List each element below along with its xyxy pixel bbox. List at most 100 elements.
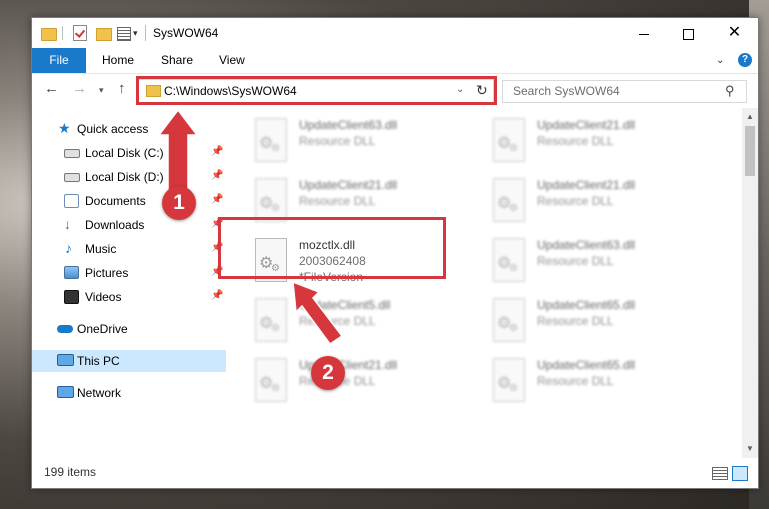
window-title: SysWOW64: [153, 26, 219, 40]
sidebar-item-label: Videos: [85, 290, 122, 304]
documents-icon: [64, 194, 79, 208]
properties-icon[interactable]: [117, 27, 131, 41]
address-highlight-box: [136, 76, 497, 105]
pin-icon[interactable]: 📌: [211, 146, 223, 157]
sidebar-item-videos[interactable]: Videos 📌: [32, 286, 226, 308]
step-2-badge: 2: [311, 356, 345, 390]
maximize-button[interactable]: [666, 18, 711, 48]
ribbon-tabs: File Home Share View ⌄ ?: [32, 48, 758, 74]
sidebar-item-music[interactable]: ♪ Music 📌: [32, 238, 226, 260]
dll-file-icon: [255, 178, 287, 222]
file-type: Resource DLL: [537, 134, 614, 148]
videos-icon: [64, 290, 79, 304]
customize-toolbar-chevron-icon[interactable]: ▾: [133, 28, 138, 39]
sidebar-item-quick-access[interactable]: ★ Quick access: [32, 118, 226, 140]
file-type: Resource DLL: [299, 194, 376, 208]
minimize-icon: [638, 33, 649, 35]
navigation-pane: ★ Quick access Local Disk (C:) 📌 Local D…: [32, 108, 226, 458]
minimize-button[interactable]: [621, 18, 666, 48]
drive-icon: [64, 149, 80, 158]
dll-file-icon: [255, 358, 287, 402]
properties-check-icon[interactable]: [73, 25, 87, 41]
title-bar: ▾ SysWOW64 ✕: [32, 18, 758, 48]
sidebar-item-network[interactable]: Network: [32, 382, 226, 404]
new-folder-icon[interactable]: [96, 28, 112, 41]
file-highlight-box: [218, 217, 446, 279]
pc-icon: [57, 354, 74, 366]
sidebar-item-label: Downloads: [85, 218, 145, 232]
file-item[interactable]: UpdateClient65.dll Resource DLL: [466, 350, 691, 405]
sidebar-item-this-pc[interactable]: This PC: [32, 350, 226, 372]
drive-icon: [64, 173, 80, 182]
help-icon[interactable]: ?: [738, 53, 752, 67]
up-arrow-icon[interactable]: ↑: [118, 80, 126, 97]
file-type: Resource DLL: [299, 314, 376, 328]
scroll-up-arrow-icon[interactable]: ▲: [746, 112, 754, 121]
file-name: UpdateClient21.dll: [537, 118, 636, 132]
item-count: 199 items: [44, 465, 97, 479]
details-view-icon[interactable]: [712, 467, 728, 480]
file-type: Resource DLL: [537, 254, 614, 268]
scrollbar-thumb[interactable]: [745, 126, 755, 176]
search-placeholder: Search SysWOW64: [513, 84, 620, 98]
tab-share[interactable]: Share: [161, 48, 193, 73]
downloads-icon: ↓: [64, 216, 71, 232]
dll-file-icon: [493, 178, 525, 222]
recent-locations-chevron-icon[interactable]: ▾: [99, 85, 104, 96]
network-icon: [57, 386, 74, 398]
pin-icon[interactable]: 📌: [211, 170, 223, 181]
dll-file-icon: [255, 298, 287, 342]
navigation-bar: ← → ▾ ↑ C:\Windows\SysWOW64 ⌄ ↻ Search S…: [32, 74, 758, 108]
file-type: Resource DLL: [537, 374, 614, 388]
vertical-scrollbar[interactable]: ▲ ▼: [742, 108, 758, 458]
tab-file[interactable]: File: [32, 48, 86, 73]
search-icon: ⚲: [725, 83, 735, 98]
file-item[interactable]: UpdateClient21.dll Resource DLL: [466, 110, 691, 165]
title-separator: [145, 25, 146, 41]
file-item[interactable]: UpdateClient5.dll Resource DLL: [228, 290, 453, 345]
file-item[interactable]: UpdateClient63.dll Resource DLL: [228, 110, 453, 165]
file-name: UpdateClient65.dll: [537, 358, 636, 372]
pictures-icon: [64, 266, 79, 279]
sidebar-item-label: OneDrive: [77, 322, 128, 336]
close-button[interactable]: ✕: [712, 18, 757, 48]
quick-access-separator: [62, 26, 63, 40]
sidebar-item-label: Pictures: [85, 266, 129, 280]
file-item[interactable]: UpdateClient63.dll Resource DLL: [466, 230, 691, 285]
sidebar-item-documents[interactable]: Documents 📌: [32, 190, 226, 212]
sidebar-item-pictures[interactable]: Pictures 📌: [32, 262, 226, 284]
close-icon: ✕: [727, 24, 742, 41]
dll-file-icon: [493, 358, 525, 402]
dll-file-icon: [493, 118, 525, 162]
music-icon: ♪: [65, 240, 72, 256]
tab-home[interactable]: Home: [102, 48, 134, 73]
forward-arrow-icon[interactable]: →: [72, 80, 87, 97]
sidebar-item-label: Music: [85, 242, 117, 256]
file-item[interactable]: UpdateClient21.dll Resource DLL: [466, 170, 691, 225]
file-name: UpdateClient5.dll: [299, 298, 391, 312]
sidebar-item-label: This PC: [77, 354, 120, 368]
sidebar-item-local-disk-d[interactable]: Local Disk (D:) 📌: [32, 166, 226, 188]
file-list: UpdateClient63.dll Resource DLL UpdateCl…: [228, 108, 742, 458]
file-item[interactable]: UpdateClient65.dll Resource DLL: [466, 290, 691, 345]
sidebar-item-label: Local Disk (D:): [85, 170, 164, 184]
dll-file-icon: [255, 118, 287, 162]
step-1-badge: 1: [162, 186, 196, 220]
back-arrow-icon[interactable]: ←: [44, 80, 59, 97]
expand-ribbon-chevron-icon[interactable]: ⌄: [716, 55, 724, 66]
sidebar-item-label: Network: [77, 386, 122, 400]
search-input[interactable]: Search SysWOW64 ⚲: [502, 80, 747, 103]
file-name: UpdateClient21.dll: [299, 178, 398, 192]
sidebar-item-label: Local Disk (C:): [85, 146, 164, 160]
sidebar-item-label: Quick access: [77, 122, 149, 136]
sidebar-item-downloads[interactable]: ↓ Downloads 📌: [32, 214, 226, 236]
sidebar-item-local-disk-c[interactable]: Local Disk (C:) 📌: [32, 142, 226, 164]
sidebar-item-onedrive[interactable]: OneDrive: [32, 318, 226, 340]
file-name: UpdateClient21.dll: [537, 178, 636, 192]
tab-view[interactable]: View: [219, 48, 245, 73]
pin-icon[interactable]: 📌: [211, 290, 223, 301]
folder-icon: [41, 28, 57, 41]
pin-icon[interactable]: 📌: [211, 194, 223, 205]
scroll-down-arrow-icon[interactable]: ▼: [746, 444, 754, 453]
large-icons-view-icon[interactable]: [732, 466, 748, 481]
